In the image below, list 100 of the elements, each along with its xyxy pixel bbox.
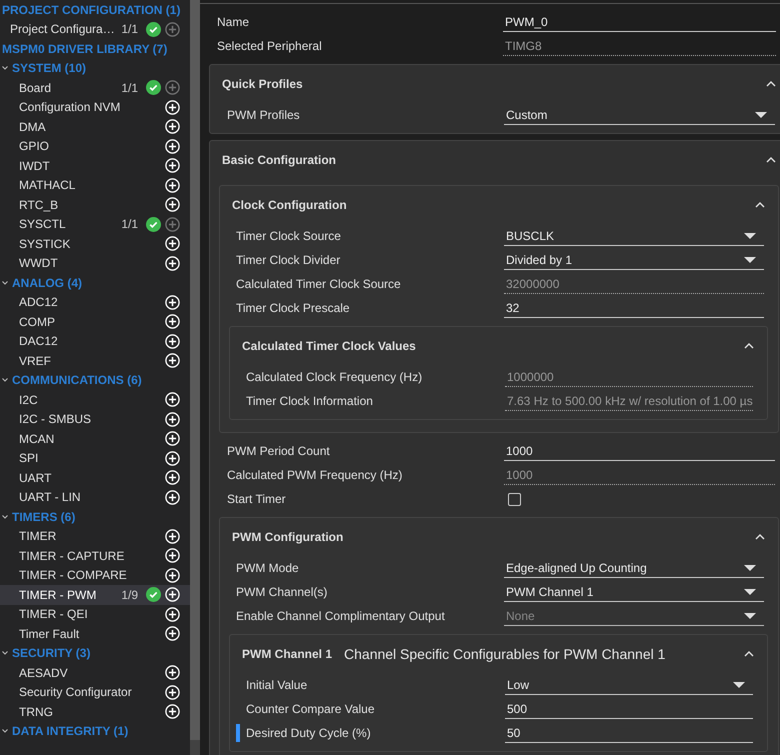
sidebar-item[interactable]: UART - LIN <box>0 488 190 507</box>
section-subtitle: Channel Specific Configurables for PWM Channel 1 <box>344 646 666 662</box>
collapse-icon[interactable] <box>743 342 755 350</box>
collapse-icon[interactable] <box>765 80 777 88</box>
category-header[interactable]: TIMERS (6) <box>0 510 76 524</box>
sidebar-item[interactable]: RTC_B <box>0 195 190 214</box>
category-header[interactable]: SECURITY (3) <box>0 646 90 660</box>
check-circle-icon <box>146 216 161 232</box>
sidebar-item[interactable]: DMA <box>0 117 190 136</box>
add-icon[interactable] <box>165 314 180 330</box>
sidebar-item[interactable]: ADC12 <box>0 292 190 312</box>
text-field[interactable]: 32 <box>504 298 764 318</box>
field-label: Name <box>216 14 250 31</box>
readonly-field: 7.63 Hz to 500.00 kHz w/ resolution of 1.00 µs <box>505 391 753 411</box>
add-icon[interactable] <box>165 256 180 271</box>
add-icon[interactable] <box>165 528 180 544</box>
add-icon[interactable] <box>165 548 180 564</box>
collapse-icon[interactable] <box>754 201 766 209</box>
field-label: Enable Channel Complimentary Output <box>235 608 446 625</box>
section-title: Basic Configuration <box>222 153 336 167</box>
dropdown[interactable]: PWM Channel 1 <box>504 582 764 602</box>
add-icon[interactable] <box>165 490 180 505</box>
add-icon[interactable] <box>165 606 180 622</box>
checkbox[interactable] <box>508 492 521 506</box>
add-icon[interactable] <box>165 236 180 252</box>
field-label: PWM Channel(s) <box>235 584 328 601</box>
sidebar-item[interactable]: I2C - SMBUS <box>0 410 190 429</box>
field-label: Timer Clock Information <box>245 393 374 410</box>
sidebar-item[interactable]: Project Configura… 1/1 <box>0 20 190 39</box>
instance-count: 1/9 <box>121 588 138 602</box>
add-icon[interactable] <box>165 158 180 174</box>
sidebar-item[interactable]: Configuration NVM <box>0 98 190 117</box>
add-icon[interactable] <box>165 626 180 642</box>
add-icon[interactable] <box>165 119 180 134</box>
sidebar-item[interactable]: COMP <box>0 312 190 332</box>
add-icon[interactable] <box>165 392 180 408</box>
field-label: PWM Mode <box>235 560 300 577</box>
sidebar-item[interactable]: Board 1/1 <box>0 78 190 98</box>
add-icon[interactable] <box>165 568 180 583</box>
sidebar-item[interactable]: UART <box>0 468 190 488</box>
chevron-down-icon <box>1 376 9 384</box>
add-icon[interactable] <box>165 470 180 486</box>
sidebar-item[interactable]: GPIO <box>0 136 190 156</box>
collapse-icon[interactable] <box>765 156 777 164</box>
sidebar-item[interactable]: IWDT <box>0 156 190 176</box>
sidebar-item[interactable]: MATHACL <box>0 176 190 195</box>
add-icon[interactable] <box>165 197 180 212</box>
dropdown[interactable]: BUSCLK <box>504 226 764 246</box>
chevron-down-icon <box>1 512 9 521</box>
field-label: Counter Compare Value <box>245 701 376 718</box>
sidebar-item[interactable]: SPI <box>0 448 190 468</box>
field-label: Calculated PWM Frequency (Hz) <box>226 467 404 484</box>
add-icon[interactable] <box>165 412 180 427</box>
add-icon[interactable] <box>165 334 180 349</box>
sidebar-item[interactable]: SYSTICK <box>0 234 190 254</box>
sidebar-item[interactable]: TIMER - CAPTURE <box>0 546 190 566</box>
sidebar-item[interactable]: Timer Fault <box>0 624 190 644</box>
collapse-icon[interactable] <box>743 650 755 658</box>
add-icon[interactable] <box>165 665 180 680</box>
add-icon[interactable] <box>165 684 180 700</box>
category-header[interactable]: COMMUNICATIONS (6) <box>0 373 142 388</box>
category-header[interactable]: DATA INTEGRITY (1) <box>0 724 128 738</box>
dropdown[interactable]: Divided by 1 <box>504 250 764 270</box>
text-field[interactable]: 1000 <box>504 441 775 461</box>
text-field[interactable]: 50 <box>505 723 753 743</box>
scrollbar-thumb[interactable] <box>190 0 200 740</box>
text-field[interactable]: PWM_0 <box>503 12 776 32</box>
section-title: Calculated Timer Clock Values <box>242 339 416 353</box>
add-icon[interactable] <box>165 100 180 115</box>
add-icon[interactable] <box>165 431 180 446</box>
add-icon[interactable] <box>165 450 180 466</box>
add-icon[interactable] <box>165 138 180 154</box>
sidebar-item[interactable]: TIMER <box>0 526 190 546</box>
text-field[interactable]: 500 <box>505 699 753 719</box>
sidebar-item[interactable]: TRNG <box>0 702 190 722</box>
collapse-icon[interactable] <box>754 533 766 541</box>
dropdown[interactable]: Low <box>505 675 753 695</box>
sidebar-item[interactable]: TIMER - QEI <box>0 604 190 624</box>
category-header[interactable]: SYSTEM (10) <box>0 61 86 76</box>
add-icon[interactable] <box>165 587 180 602</box>
dropdown[interactable]: Custom <box>504 105 775 125</box>
sidebar-item[interactable]: VREF <box>0 351 190 370</box>
dropdown[interactable]: Edge-aligned Up Counting <box>504 558 764 578</box>
add-icon[interactable] <box>165 704 180 720</box>
add-icon[interactable] <box>165 294 180 310</box>
sidebar-item[interactable]: TIMER - PWM 1/9 <box>0 585 190 604</box>
category-header[interactable]: ANALOG (4) <box>0 276 82 290</box>
sidebar-item[interactable]: Security Configurator <box>0 682 190 702</box>
sidebar-item[interactable]: TIMER - COMPARE <box>0 566 190 585</box>
sidebar-item[interactable]: DAC12 <box>0 332 190 351</box>
sidebar-item[interactable]: AESADV <box>0 663 190 682</box>
instance-count: 1/1 <box>121 22 138 36</box>
sidebar-item[interactable]: MCAN <box>0 429 190 448</box>
add-icon[interactable] <box>165 178 180 193</box>
field-label: Initial Value <box>245 677 308 694</box>
add-icon[interactable] <box>165 353 180 368</box>
sidebar-item[interactable]: I2C <box>0 390 190 410</box>
instance-count: 1/1 <box>121 217 138 232</box>
sidebar-item[interactable]: WWDT <box>0 254 190 273</box>
sidebar-item[interactable]: SYSCTL 1/1 <box>0 214 190 234</box>
